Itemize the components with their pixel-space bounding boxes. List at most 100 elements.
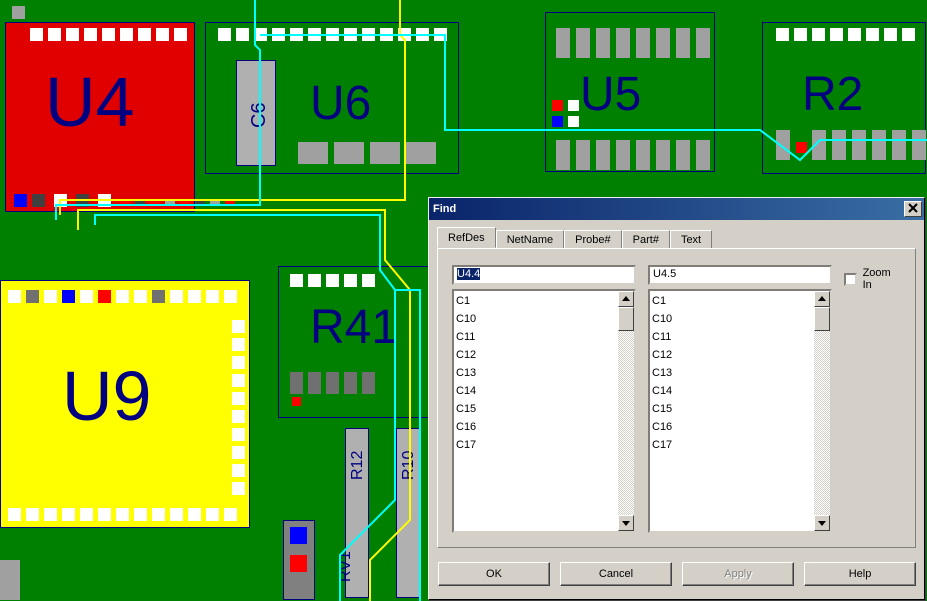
dialog-title: Find bbox=[433, 203, 904, 215]
zoom-in-checkbox[interactable] bbox=[844, 273, 857, 286]
list-item[interactable]: C1 bbox=[456, 292, 616, 310]
pad bbox=[8, 508, 21, 521]
pad bbox=[174, 28, 187, 41]
pad bbox=[290, 28, 303, 41]
pad bbox=[12, 6, 25, 19]
scrollbar-1[interactable] bbox=[618, 291, 634, 531]
scroll-track[interactable] bbox=[618, 307, 634, 515]
pad bbox=[344, 28, 357, 41]
pad bbox=[832, 130, 846, 160]
tab-text[interactable]: Text bbox=[670, 230, 712, 249]
pad bbox=[380, 28, 393, 41]
pad bbox=[370, 142, 400, 164]
pad bbox=[224, 290, 237, 303]
pad bbox=[568, 116, 579, 127]
list-item[interactable]: C16 bbox=[652, 418, 812, 436]
pad bbox=[62, 508, 75, 521]
list-item[interactable]: C12 bbox=[456, 346, 616, 364]
pad bbox=[616, 140, 630, 170]
scroll-down-button[interactable] bbox=[814, 515, 830, 531]
pad bbox=[902, 28, 915, 41]
pad bbox=[796, 142, 807, 153]
pad bbox=[576, 28, 590, 58]
tab-probe[interactable]: Probe# bbox=[564, 230, 621, 249]
scroll-thumb[interactable] bbox=[618, 307, 634, 331]
pad bbox=[254, 28, 267, 41]
pad bbox=[552, 116, 563, 127]
refdes-input-1[interactable]: U4.4 bbox=[452, 265, 636, 285]
help-button[interactable]: Help bbox=[804, 562, 916, 586]
pad bbox=[0, 560, 20, 600]
cancel-button[interactable]: Cancel bbox=[560, 562, 672, 586]
list-item[interactable]: C15 bbox=[652, 400, 812, 418]
list-item[interactable]: C10 bbox=[456, 310, 616, 328]
list-item[interactable]: C16 bbox=[456, 418, 616, 436]
list-item[interactable]: C11 bbox=[456, 328, 616, 346]
pad bbox=[576, 140, 590, 170]
refdes-list-1-items: C1 C10 C11 C12 C13 C14 C15 C16 C17 bbox=[454, 291, 618, 531]
pad bbox=[134, 508, 147, 521]
pad bbox=[308, 28, 321, 41]
refdes-input-2[interactable]: U4.5 bbox=[648, 265, 832, 285]
list-item[interactable]: C12 bbox=[652, 346, 812, 364]
scroll-up-button[interactable] bbox=[618, 291, 634, 307]
pad bbox=[866, 28, 879, 41]
pad bbox=[225, 200, 235, 204]
list-item[interactable]: C17 bbox=[652, 436, 812, 454]
tab-refdes[interactable]: RefDes bbox=[437, 227, 496, 248]
apply-button[interactable]: Apply bbox=[682, 562, 794, 586]
titlebar[interactable]: Find bbox=[429, 198, 924, 220]
pad bbox=[334, 142, 364, 164]
close-icon bbox=[906, 202, 920, 214]
list-item[interactable]: C11 bbox=[652, 328, 812, 346]
pad bbox=[98, 508, 111, 521]
list-item[interactable]: C13 bbox=[652, 364, 812, 382]
ok-button[interactable]: OK bbox=[438, 562, 550, 586]
dialog-buttons: OK Cancel Apply Help bbox=[437, 562, 916, 586]
pad bbox=[398, 28, 411, 41]
find-column-2: U4.5 C1 C10 C11 C12 C13 C14 C15 C16 C17 bbox=[648, 265, 832, 533]
list-item[interactable]: C10 bbox=[652, 310, 812, 328]
pad bbox=[656, 28, 670, 58]
pad bbox=[218, 28, 231, 41]
scroll-track[interactable] bbox=[814, 307, 830, 515]
scrollbar-2[interactable] bbox=[814, 291, 830, 531]
pad bbox=[568, 100, 579, 111]
pad bbox=[884, 28, 897, 41]
list-item[interactable]: C17 bbox=[456, 436, 616, 454]
chevron-down-icon bbox=[815, 516, 829, 530]
pad bbox=[54, 194, 67, 207]
pad bbox=[232, 464, 245, 477]
scroll-down-button[interactable] bbox=[618, 515, 634, 531]
pad bbox=[556, 28, 570, 58]
list-item[interactable]: C15 bbox=[456, 400, 616, 418]
refdes-list-1[interactable]: C1 C10 C11 C12 C13 C14 C15 C16 C17 bbox=[452, 289, 636, 533]
pad bbox=[62, 290, 75, 303]
pad bbox=[290, 555, 307, 572]
tab-netname[interactable]: NetName bbox=[496, 230, 564, 249]
scroll-up-button[interactable] bbox=[814, 291, 830, 307]
label-U9: U9 bbox=[62, 356, 151, 436]
scroll-thumb[interactable] bbox=[814, 307, 830, 331]
pad bbox=[290, 527, 307, 544]
pad bbox=[308, 372, 321, 394]
pad bbox=[120, 28, 133, 41]
pad bbox=[636, 28, 650, 58]
pad bbox=[776, 130, 790, 160]
pad bbox=[32, 194, 45, 207]
list-item[interactable]: C13 bbox=[456, 364, 616, 382]
pad bbox=[232, 374, 245, 387]
close-button[interactable] bbox=[904, 201, 922, 217]
refdes-list-2[interactable]: C1 C10 C11 C12 C13 C14 C15 C16 C17 bbox=[648, 289, 832, 533]
label-R2: R2 bbox=[802, 67, 863, 122]
list-item[interactable]: C14 bbox=[456, 382, 616, 400]
pad bbox=[48, 28, 61, 41]
pad bbox=[150, 200, 160, 204]
pad bbox=[596, 28, 610, 58]
tab-part[interactable]: Part# bbox=[622, 230, 670, 249]
pad bbox=[195, 200, 205, 204]
pad bbox=[852, 130, 866, 160]
list-item[interactable]: C1 bbox=[652, 292, 812, 310]
pad bbox=[326, 28, 339, 41]
list-item[interactable]: C14 bbox=[652, 382, 812, 400]
